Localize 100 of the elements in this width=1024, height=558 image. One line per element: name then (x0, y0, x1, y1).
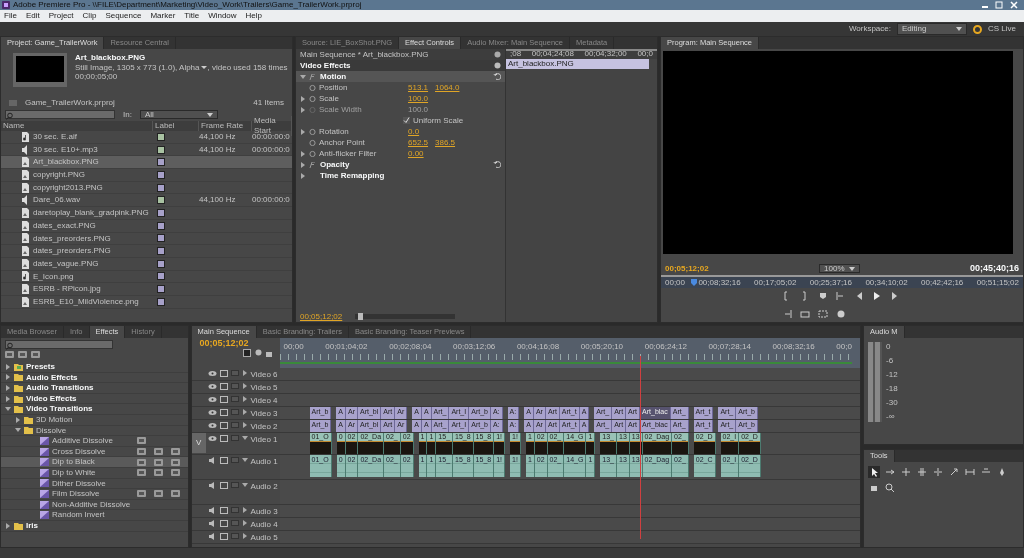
playhead-line[interactable] (639, 356, 641, 539)
folder-list-item[interactable]: Audio Effects (1, 372, 188, 384)
eye-icon[interactable] (207, 370, 217, 377)
effect-list-item[interactable]: Dip to White (1, 467, 188, 479)
go-to-out-icon[interactable] (782, 309, 792, 319)
effect-list-item[interactable]: Film Dissolve (1, 489, 188, 500)
menu-item[interactable]: Edit (25, 11, 40, 21)
clip-bar[interactable]: Art_blackbox.PNG (506, 59, 649, 69)
eye-icon[interactable] (207, 396, 217, 403)
current-timecode[interactable]: 00;05;12;02 (665, 263, 709, 274)
column-header[interactable]: Name (1, 121, 153, 131)
effect-list-item[interactable]: Additive Dissolve (1, 436, 188, 447)
folder-list-item[interactable]: Audio Transitions (1, 383, 188, 394)
razor-tool-icon[interactable] (948, 466, 961, 478)
expand-triangle-icon[interactable] (300, 150, 306, 157)
expand-triangle-icon[interactable] (241, 396, 248, 402)
ripple-tool-icon[interactable] (900, 466, 913, 478)
parameter-value[interactable]: 386.5 (435, 137, 459, 148)
cs-live-link[interactable]: CS Live (988, 24, 1016, 34)
expand-triangle-icon[interactable] (241, 435, 248, 441)
folder-list-item[interactable]: Iris (1, 520, 188, 532)
snap-icon[interactable] (242, 348, 251, 357)
project-item-row[interactable]: Dare_06.wav 44,100 Hz 00:00:00:0 (1, 194, 292, 208)
project-item-row[interactable]: ESRB - RPicon.jpg (1, 283, 292, 296)
timecode[interactable]: 00;05;12;02 (300, 311, 343, 322)
expand-triangle-icon[interactable] (241, 482, 248, 488)
reset-icon[interactable] (493, 161, 501, 168)
extract-icon[interactable] (818, 309, 828, 319)
menu-item[interactable]: Title (184, 11, 200, 21)
project-item-row[interactable]: dates_preorders.PNG (1, 232, 292, 246)
rolling-tool-icon[interactable] (916, 466, 929, 478)
menu-item[interactable]: Sequence (105, 11, 142, 21)
expand-triangle-icon[interactable] (241, 370, 248, 376)
project-item-row[interactable]: copyright.PNG (1, 169, 292, 182)
rate-tool-icon[interactable] (932, 466, 945, 478)
zoom-tool-icon[interactable] (884, 482, 897, 494)
effect-list-item[interactable]: Dip to Black (1, 457, 188, 468)
project-item-row[interactable]: dates_preorders.PNG (1, 245, 292, 258)
column-header[interactable]: Label (153, 121, 199, 131)
parameter-value[interactable]: 100.0 (408, 93, 432, 104)
parameter-value[interactable]: 0.0 (408, 126, 432, 137)
lift-icon[interactable] (800, 309, 810, 319)
stopwatch-icon[interactable] (309, 95, 316, 102)
expand-triangle-icon[interactable] (241, 457, 248, 463)
menu-item[interactable]: Clip (82, 11, 97, 21)
menu-item[interactable]: Marker (150, 11, 176, 21)
fx-icon[interactable] (309, 161, 317, 168)
expand-triangle-icon[interactable] (241, 422, 248, 428)
selection-tool-icon[interactable] (868, 466, 881, 478)
eye-icon[interactable] (207, 435, 217, 442)
menu-item[interactable]: Window (208, 11, 237, 21)
stopwatch-icon[interactable] (309, 139, 316, 146)
menu-item[interactable]: File (4, 11, 17, 21)
playhead-icon[interactable] (691, 279, 697, 286)
effect-list-item[interactable]: Dither Dissolve (1, 478, 188, 490)
expand-triangle-icon[interactable] (300, 95, 306, 102)
expand-triangle-icon[interactable] (300, 128, 306, 135)
menu-item[interactable]: Project (48, 11, 74, 21)
zoom-dropdown[interactable]: 100% (819, 264, 860, 273)
restore-icon[interactable] (994, 1, 1004, 9)
expand-triangle-icon[interactable] (241, 520, 248, 526)
project-item-row[interactable]: copyright2013.PNG (1, 181, 292, 195)
expand-triangle-icon[interactable] (241, 507, 248, 513)
folder-list-item[interactable]: Presets (1, 362, 188, 373)
project-item-row[interactable]: ESRB_E10_MildViolence.png (1, 295, 292, 309)
parameter-value[interactable]: 513.1 (408, 82, 432, 93)
project-item-row[interactable]: E_Icon.png (1, 270, 292, 284)
effect-list-item[interactable]: Non-Additive Dissolve (1, 499, 188, 511)
project-item-row[interactable]: daretoplay_blank_gradpink.PNG (1, 207, 292, 220)
expand-triangle-icon[interactable] (241, 409, 248, 415)
stopwatch-icon[interactable] (309, 128, 316, 135)
workspace-dropdown[interactable]: Editing (897, 23, 967, 35)
effect-list-item[interactable]: Random Invert (1, 510, 188, 521)
zoom-slider-thumb[interactable] (358, 313, 364, 320)
search-field[interactable] (5, 110, 115, 119)
source-patch[interactable]: V (191, 433, 206, 453)
play-icon[interactable] (872, 291, 882, 301)
track-lock-toggle[interactable] (230, 482, 239, 488)
sequence-timecode[interactable]: 00;05;12;02 (199, 338, 272, 349)
expand-triangle-icon[interactable] (300, 73, 306, 80)
project-item-row[interactable]: dates_vague.PNG (1, 257, 292, 271)
folder-list-item[interactable]: 3D Motion (1, 414, 188, 426)
parameter-value[interactable]: 652.5 (408, 137, 432, 148)
eye-icon[interactable] (207, 409, 217, 416)
close-icon[interactable] (1008, 1, 1020, 9)
parameter-value[interactable]: 0.00 (408, 148, 432, 159)
eye-icon[interactable] (207, 422, 217, 429)
project-item-row[interactable]: Art_blackbox.PNG (1, 156, 292, 170)
menu-item[interactable]: Help (245, 11, 263, 21)
project-item-row[interactable]: dates_exact.PNG (1, 219, 292, 233)
expand-triangle-icon[interactable] (300, 161, 306, 168)
eye-icon[interactable] (207, 383, 217, 390)
folder-list-item[interactable]: Video Transitions (1, 404, 188, 415)
track-lock-toggle[interactable] (230, 457, 239, 463)
in-dropdown[interactable]: All (139, 110, 218, 119)
folder-list-item[interactable]: Video Effects (1, 393, 188, 405)
parameter-value[interactable]: 1064.0 (435, 82, 459, 93)
fx-icon[interactable] (309, 73, 317, 80)
checkbox[interactable] (403, 117, 410, 124)
reset-icon[interactable] (493, 73, 501, 80)
